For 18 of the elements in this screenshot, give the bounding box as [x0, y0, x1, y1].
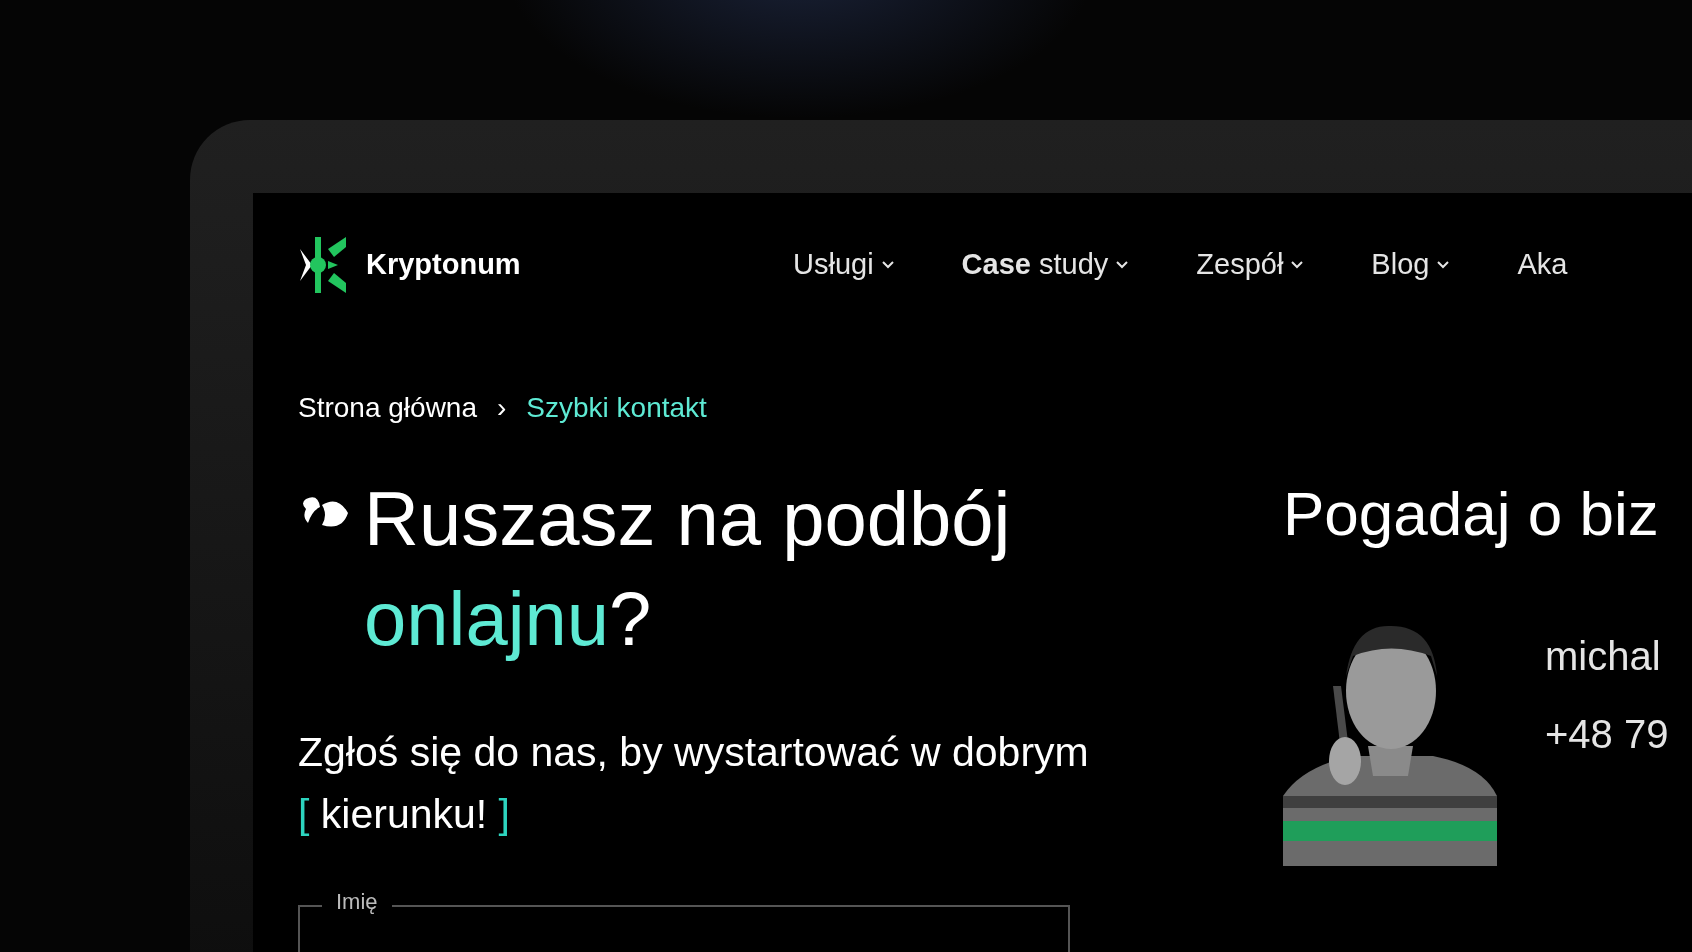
nav-link[interactable]: Usługi — [793, 243, 894, 287]
chevron-down-icon — [1291, 261, 1304, 269]
chevron-down-icon — [1437, 261, 1450, 269]
phone-link[interactable]: +48 79 — [1545, 704, 1669, 764]
intro-text: Zgłoś się do nas, by wystartować w dobrym [ kierunku! ] — [298, 728, 1090, 839]
breadcrumb-link[interactable]: Strona główna — [298, 387, 477, 429]
chevron-down-icon — [1116, 261, 1129, 269]
chevron-down-icon — [881, 261, 894, 269]
contact-heading: Pogadaj o biz — [1283, 478, 1660, 550]
nav-link[interactable]: Aka — [1517, 243, 1568, 287]
nav-link[interactable]: Zespół — [1196, 243, 1304, 287]
breadcrumb-link[interactable]: Szybki kontakt — [526, 387, 707, 429]
email-link[interactable]: michal — [1545, 626, 1669, 686]
nav-link[interactable]: Blog — [1371, 243, 1450, 287]
nav-link[interactable]: Case study — [961, 243, 1129, 287]
page-heading: Ruszasz na podbój onlajnu? — [364, 475, 1012, 663]
brand-name[interactable]: Kryptonum — [366, 243, 521, 287]
breadcrumb-separator: › — [497, 391, 507, 425]
